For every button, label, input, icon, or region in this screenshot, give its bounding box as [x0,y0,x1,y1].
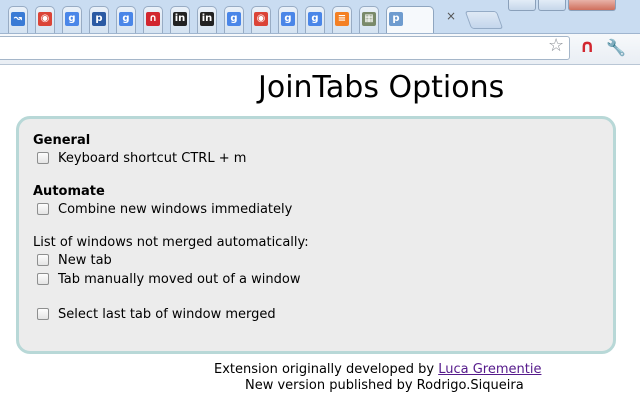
minimize-window-button[interactable] [508,0,536,11]
select-last-tab-label[interactable]: Select last tab of window merged [58,307,276,322]
browser-tab[interactable]: g [224,6,244,33]
maximize-window-button[interactable] [538,0,566,11]
tab-moved-label[interactable]: Tab manually moved out of a window [58,272,300,287]
combine-windows-label[interactable]: Combine new windows immediately [58,202,292,217]
tab-strip: p ▦ ≡ g g ◉ g in in ∩ g p g ◉ ↝ × [0,0,640,34]
chrome-icon: ◉ [38,12,52,26]
browser-tab[interactable]: g [305,6,325,33]
browser-tab[interactable]: g [116,6,136,33]
arrow-icon: ↝ [11,12,25,26]
chrome-icon: ◉ [254,12,268,26]
new-tab-label[interactable]: New tab [58,253,112,268]
browser-tab[interactable]: ≡ [332,6,352,33]
magnet-extension-icon[interactable]: ∩ [580,36,595,57]
bookmark-star-icon[interactable]: ☆ [548,35,564,56]
google-icon: g [308,12,322,26]
new-tab-checkbox[interactable] [37,254,49,266]
wrench-menu-icon[interactable]: 🔧 [606,38,626,57]
browser-tab[interactable]: ◉ [251,6,271,33]
browser-tab[interactable]: g [278,6,298,33]
combine-windows-checkbox[interactable] [37,203,49,215]
linkedin-icon: in [200,12,214,26]
page-title: JoinTabs Options [258,70,505,105]
address-bar[interactable] [0,36,570,60]
browser-toolbar: ☆ [0,34,640,65]
author-link[interactable]: Luca Grementie [438,362,541,377]
browser-tab[interactable]: g [62,6,82,33]
keyboard-shortcut-checkbox[interactable] [37,152,49,164]
not-merged-heading: List of windows not merged automatically… [33,235,309,250]
close-tab-icon[interactable]: × [444,9,458,23]
browser-tab[interactable]: in [170,6,190,33]
stackoverflow-icon: ≡ [335,12,349,26]
browser-tab[interactable]: ↝ [8,6,28,33]
image-icon: ▦ [362,12,376,26]
browser-tab[interactable]: ▦ [359,6,379,33]
browser-tab[interactable]: p [89,6,109,33]
google-icon: g [227,12,241,26]
footer-credit: Extension originally developed by Luca G… [214,362,541,377]
browser-tab[interactable]: ◉ [35,6,55,33]
browser-tab[interactable]: p [386,6,434,33]
browser-tab[interactable]: ∩ [143,6,163,33]
google-icon: g [119,12,133,26]
browser-tab[interactable]: in [197,6,217,33]
footer-publisher: New version published by Rodrigo.Siqueir… [245,378,524,393]
magnet-icon: ∩ [146,12,160,26]
new-tab-button[interactable] [464,11,504,29]
footer-credit-text: Extension originally developed by [214,362,439,377]
pinboard-icon: p [92,12,106,26]
linkedin-icon: in [173,12,187,26]
general-heading: General [33,133,91,148]
select-last-tab-checkbox[interactable] [37,308,49,320]
keyboard-shortcut-label[interactable]: Keyboard shortcut CTRL + m [58,151,246,166]
google-icon: g [65,12,79,26]
google-icon: g [281,12,295,26]
close-window-button[interactable] [568,0,616,11]
tab-moved-checkbox[interactable] [37,273,49,285]
page-icon: p [389,12,403,26]
automate-heading: Automate [33,184,105,199]
